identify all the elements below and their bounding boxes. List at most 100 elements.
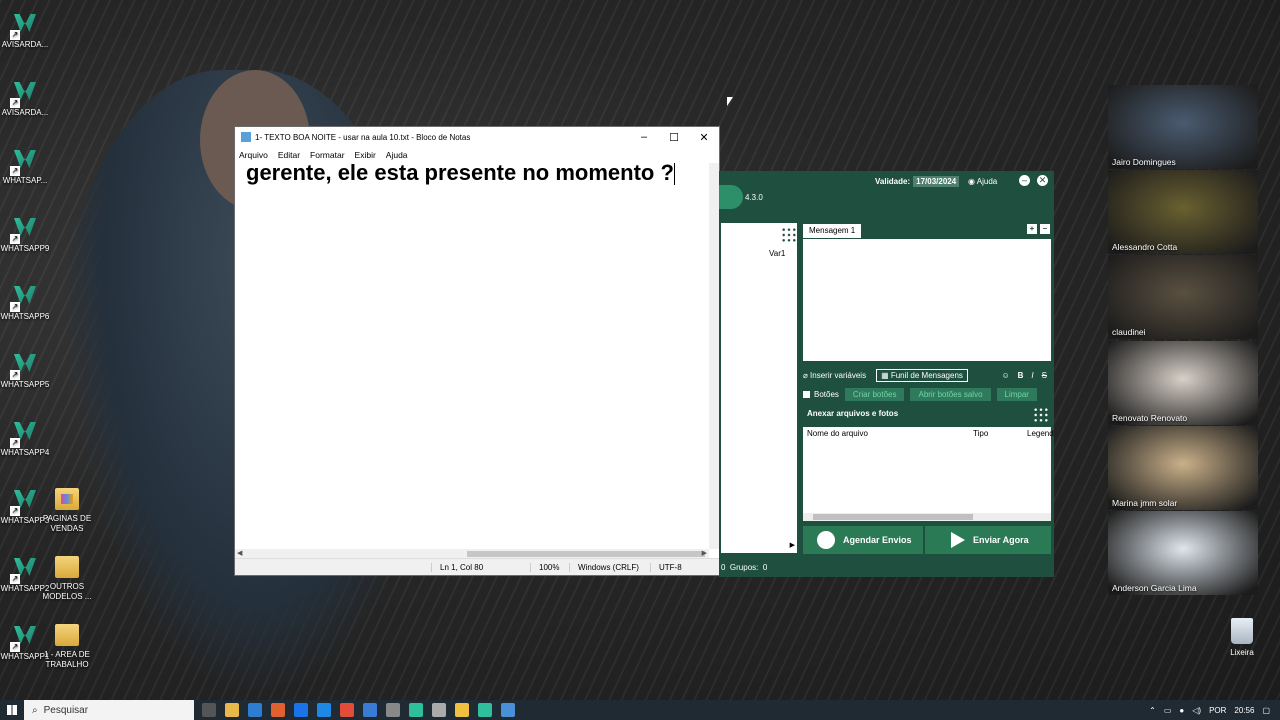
close-icon[interactable]: ✕ [1037,175,1048,186]
desktop-icon[interactable]: AVISARDA... [0,78,58,118]
participant-tile[interactable]: Renovato Renovato [1108,341,1258,425]
var-column: Var1 [769,249,786,258]
network-icon[interactable]: ▭ [1164,706,1172,715]
scrollbar-thumb[interactable] [813,514,973,520]
taskbar-app-icon[interactable] [478,703,492,717]
schedule-button[interactable]: Agendar Envios [803,526,923,554]
strike-button[interactable]: S [1042,371,1047,380]
notifications-icon[interactable]: ▢ [1262,706,1270,715]
notepad-text-area[interactable]: gerente, ele esta presente no momento ? [246,160,697,186]
chevron-up-icon[interactable]: ⌃ [1149,706,1156,715]
taskbar-app-icon[interactable] [501,703,515,717]
participant-tile[interactable]: Marina jmm solar [1108,426,1258,510]
taskbar-search[interactable]: ⌕ Pesquisar [24,700,194,720]
grid-menu-icon[interactable] [781,227,797,243]
menu-formatar[interactable]: Formatar [310,150,344,160]
funnel-button[interactable]: ▦ Funil de Mensagens [876,368,968,382]
scroll-right-icon[interactable]: ▶ [702,549,707,557]
add-message-icon[interactable]: + [1027,224,1037,234]
whatsapp-shortcut-icon [10,418,40,448]
notepad-statusbar: Ln 1, Col 80 100% Windows (CRLF) UTF-8 [235,558,719,575]
open-saved-buttons-button[interactable]: Abrir botões salvo [910,387,991,401]
menu-ajuda[interactable]: Ajuda [386,150,408,160]
desktop-icon[interactable]: WHATSAPP9 [0,214,58,254]
taskbar-app-icon[interactable] [271,703,285,717]
desktop-icon[interactable]: WHATSAPP6 [0,282,58,322]
taskbar-app-icon[interactable] [363,703,377,717]
minimize-icon[interactable]: – [1019,175,1030,186]
message-toolbar: ⌀ Inserir variáveis ▦ Funil de Mensagens… [803,367,1051,383]
taskbar-app-icon[interactable] [386,703,400,717]
italic-button[interactable]: I [1031,371,1033,380]
taskbar-app-icon[interactable] [409,703,423,717]
start-button[interactable] [0,700,24,720]
buttons-row: Botões Criar botões Abrir botões salvo L… [803,387,1051,401]
recycle-bin[interactable]: Lixeira [1222,618,1262,657]
scroll-right-icon[interactable]: ▶ [790,541,795,549]
emoji-icon[interactable]: ☺ [1001,371,1009,380]
clock[interactable]: 20:56 [1234,706,1254,715]
menu-editar[interactable]: Editar [278,150,300,160]
menu-arquivo[interactable]: Arquivo [239,150,268,160]
help-link[interactable]: ◉ Ajuda [968,177,997,186]
menu-exibir[interactable]: Exibir [355,150,376,160]
desktop-icon[interactable]: 1 - AREA DE TRABALHO [34,620,100,670]
desktop-icon[interactable]: AVISARDA... [0,10,58,50]
taskbar-app-icon[interactable] [225,703,239,717]
participant-tile[interactable]: Alessandro Cotta [1108,170,1258,254]
desktop-icon[interactable]: PAGINAS DE VENDAS [34,484,100,534]
grid-menu-icon[interactable] [1033,407,1049,423]
taskbar-app-icon[interactable] [202,703,216,717]
taskbar-app-icon[interactable] [432,703,446,717]
tab-mensagem-1[interactable]: Mensagem 1 [803,224,862,238]
taskbar-app-icon[interactable] [455,703,469,717]
participant-tile[interactable]: claudinei [1108,255,1258,339]
taskbar-app-icon[interactable] [340,703,354,717]
vertical-scrollbar[interactable] [709,163,719,549]
col-header-type[interactable]: Tipo [973,429,988,438]
contacts-panel[interactable]: Var1 ▶ [721,223,797,553]
insert-variables-button[interactable]: ⌀ Inserir variáveis [803,371,866,380]
col-header-filename[interactable]: Nome do arquivo [807,429,868,438]
whatsapp-shortcut-icon [10,78,40,108]
taskbar-app-icon[interactable] [294,703,308,717]
message-textarea[interactable] [803,239,1051,361]
footer-groups: 0 [762,563,768,572]
volume-icon[interactable]: ◁) [1192,706,1201,715]
send-now-button[interactable]: Enviar Agora [925,526,1051,554]
remove-message-icon[interactable]: – [1040,224,1050,234]
attachments-table[interactable]: Nome do arquivo Tipo Legend [803,427,1054,521]
desktop-icon-label: WHATSAPP5 [0,380,50,389]
taskbar-app-icon[interactable] [248,703,262,717]
microphone-icon[interactable]: ● [1179,706,1184,715]
minimize-icon[interactable]: – [629,131,659,143]
desktop-icon-label: AVISARDA... [1,108,49,117]
clear-button[interactable]: Limpar [996,387,1037,401]
bold-button[interactable]: B [1018,371,1024,380]
desktop-icon-label: WHATSAP... [2,176,48,185]
create-buttons-button[interactable]: Criar botões [844,387,905,401]
system-tray: ⌃ ▭ ● ◁) POR 20:56 ▢ [1149,706,1280,715]
whatsapp-sender-window[interactable]: 4.3.0 Validade: 17/03/2024 ◉ Ajuda – ✕ Va… [719,171,1054,577]
maximize-icon[interactable]: ☐ [659,131,689,144]
participant-tile[interactable]: Anderson Garcia Lima [1108,511,1258,595]
taskbar: ⌕ Pesquisar ⌃ ▭ ● ◁) POR 20:56 ▢ [0,700,1280,720]
desktop-icon[interactable]: WHATSAP... [0,146,58,186]
language-indicator[interactable]: POR [1209,706,1226,715]
desktop-icon[interactable]: OUTROS MODELOS ... [34,552,100,602]
clock-icon [817,531,835,549]
desktop-icon[interactable]: WHATSAPP4 [0,418,58,458]
scroll-left-icon[interactable]: ◀ [237,549,242,557]
participant-tile[interactable]: Jairo Domingues [1108,85,1258,169]
notepad-titlebar[interactable]: 1- TEXTO BOA NOITE - usar na aula 10.txt… [235,127,719,147]
validity: Validade: 17/03/2024 [875,176,960,187]
horizontal-scrollbar[interactable] [803,513,1051,521]
col-header-legend[interactable]: Legend [1027,429,1054,438]
taskbar-app-icon[interactable] [317,703,331,717]
notepad-window[interactable]: 1- TEXTO BOA NOITE - usar na aula 10.txt… [234,126,720,576]
buttons-checkbox[interactable] [803,390,810,398]
desktop-icon[interactable]: WHATSAPP5 [0,350,58,390]
attach-title: Anexar arquivos e fotos [807,409,899,418]
scrollbar-thumb[interactable] [467,551,705,557]
close-icon[interactable]: ✕ [689,131,719,144]
